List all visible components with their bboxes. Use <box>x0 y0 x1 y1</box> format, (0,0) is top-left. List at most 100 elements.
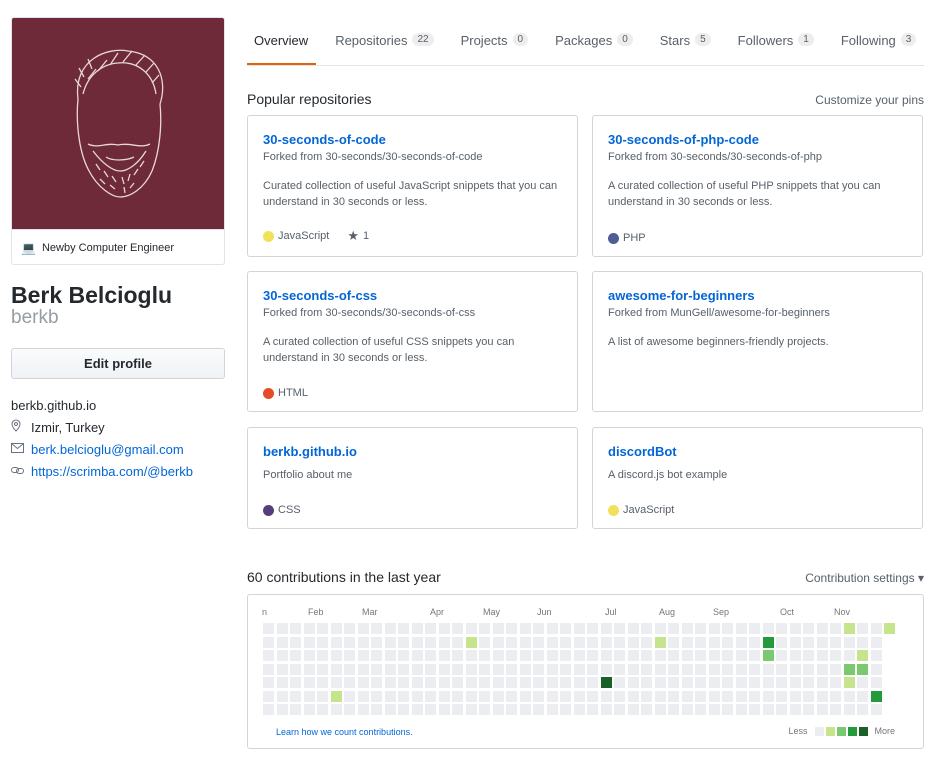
contribution-day-cell[interactable] <box>627 636 639 648</box>
contribution-day-cell[interactable] <box>587 704 598 715</box>
contribution-day-cell[interactable] <box>344 677 355 688</box>
contribution-day-cell[interactable] <box>519 677 531 688</box>
contribution-day-cell[interactable] <box>425 663 436 675</box>
contribution-day-cell[interactable] <box>587 663 598 675</box>
contribution-day-cell[interactable] <box>452 690 463 702</box>
contribution-day-cell[interactable] <box>614 677 625 688</box>
contribution-day-cell[interactable] <box>870 650 882 661</box>
contribution-day-cell[interactable] <box>587 623 598 634</box>
contribution-day-cell[interactable] <box>546 650 558 661</box>
contribution-day-cell[interactable] <box>722 677 733 688</box>
contribution-day-cell[interactable] <box>816 690 828 702</box>
contribution-day-cell[interactable] <box>749 623 760 634</box>
contribution-day-cell[interactable] <box>641 623 652 634</box>
contribution-day-cell[interactable] <box>681 690 693 702</box>
contribution-day-cell[interactable] <box>830 636 841 648</box>
contribution-day-cell[interactable] <box>789 623 801 634</box>
contribution-day-cell[interactable] <box>857 677 868 688</box>
contribution-day-cell[interactable] <box>762 636 774 648</box>
contribution-day-cell[interactable] <box>735 663 747 675</box>
contribution-day-cell[interactable] <box>411 690 423 702</box>
contribution-day-cell[interactable] <box>303 677 315 688</box>
contribution-day-cell[interactable] <box>614 636 625 648</box>
contribution-day-cell[interactable] <box>357 704 369 715</box>
contribution-day-cell[interactable] <box>452 636 463 648</box>
contribution-day-cell[interactable] <box>560 690 571 702</box>
contribution-day-cell[interactable] <box>560 663 571 675</box>
tab-projects[interactable]: Projects 0 <box>454 17 537 65</box>
contribution-day-cell[interactable] <box>344 636 355 648</box>
contribution-day-cell[interactable] <box>627 623 639 634</box>
contribution-day-cell[interactable] <box>654 704 666 715</box>
contribution-day-cell[interactable] <box>303 663 315 675</box>
contribution-day-cell[interactable] <box>357 636 369 648</box>
contribution-day-cell[interactable] <box>735 690 747 702</box>
contribution-day-cell[interactable] <box>276 690 288 702</box>
contribution-day-cell[interactable] <box>452 677 463 688</box>
contribution-day-cell[interactable] <box>803 636 814 648</box>
contribution-day-cell[interactable] <box>330 677 342 688</box>
tab-repositories[interactable]: Repositories 22 <box>328 17 441 65</box>
contribution-day-cell[interactable] <box>411 663 423 675</box>
contribution-day-cell[interactable] <box>749 690 760 702</box>
contribution-day-cell[interactable] <box>560 677 571 688</box>
contribution-day-cell[interactable] <box>627 690 639 702</box>
contribution-day-cell[interactable] <box>762 690 774 702</box>
contribution-day-cell[interactable] <box>465 690 477 702</box>
contribution-day-cell[interactable] <box>870 690 882 702</box>
tab-following[interactable]: Following 3 <box>834 17 924 65</box>
contribution-day-cell[interactable] <box>263 650 274 661</box>
contribution-day-cell[interactable] <box>276 636 288 648</box>
contribution-day-cell[interactable] <box>708 663 720 675</box>
contribution-day-cell[interactable] <box>330 623 342 634</box>
contribution-day-cell[interactable] <box>263 690 274 702</box>
contribution-day-cell[interactable] <box>857 623 868 634</box>
contribution-day-cell[interactable] <box>627 663 639 675</box>
contribution-day-cell[interactable] <box>506 677 517 688</box>
contribution-day-cell[interactable] <box>870 636 882 648</box>
contribution-day-cell[interactable] <box>533 636 544 648</box>
contribution-day-cell[interactable] <box>749 663 760 675</box>
contribution-day-cell[interactable] <box>371 623 382 634</box>
contribution-day-cell[interactable] <box>573 690 585 702</box>
contribution-day-cell[interactable] <box>344 690 355 702</box>
contribution-day-cell[interactable] <box>668 623 679 634</box>
contribution-day-cell[interactable] <box>668 650 679 661</box>
contribution-day-cell[interactable] <box>344 663 355 675</box>
contribution-day-cell[interactable] <box>816 623 828 634</box>
contribution-day-cell[interactable] <box>479 623 490 634</box>
contribution-day-cell[interactable] <box>681 677 693 688</box>
contribution-day-cell[interactable] <box>533 690 544 702</box>
contribution-day-cell[interactable] <box>641 636 652 648</box>
contribution-day-cell[interactable] <box>452 650 463 661</box>
contribution-day-cell[interactable] <box>641 690 652 702</box>
contribution-day-cell[interactable] <box>492 690 504 702</box>
contribution-day-cell[interactable] <box>641 663 652 675</box>
contribution-day-cell[interactable] <box>371 636 382 648</box>
email-link[interactable]: berk.belcioglu@gmail.com <box>31 442 184 457</box>
contribution-day-cell[interactable] <box>695 623 706 634</box>
contribution-day-cell[interactable] <box>560 704 571 715</box>
contribution-day-cell[interactable] <box>600 636 612 648</box>
contribution-day-cell[interactable] <box>479 677 490 688</box>
contribution-day-cell[interactable] <box>438 650 450 661</box>
contribution-day-cell[interactable] <box>506 623 517 634</box>
contribution-day-cell[interactable] <box>506 636 517 648</box>
contribution-day-cell[interactable] <box>776 677 787 688</box>
contribution-day-cell[interactable] <box>533 704 544 715</box>
contribution-day-cell[interactable] <box>533 663 544 675</box>
contribution-day-cell[interactable] <box>573 677 585 688</box>
contribution-day-cell[interactable] <box>884 623 895 634</box>
contribution-day-cell[interactable] <box>749 636 760 648</box>
contribution-day-cell[interactable] <box>654 677 666 688</box>
contribution-day-cell[interactable] <box>762 677 774 688</box>
contribution-day-cell[interactable] <box>546 623 558 634</box>
contribution-day-cell[interactable] <box>290 677 301 688</box>
tab-followers[interactable]: Followers 1 <box>731 17 822 65</box>
contribution-day-cell[interactable] <box>465 663 477 675</box>
contribution-day-cell[interactable] <box>317 690 328 702</box>
contribution-day-cell[interactable] <box>600 663 612 675</box>
contribution-day-cell[interactable] <box>411 623 423 634</box>
contribution-day-cell[interactable] <box>357 623 369 634</box>
contribution-day-cell[interactable] <box>303 704 315 715</box>
